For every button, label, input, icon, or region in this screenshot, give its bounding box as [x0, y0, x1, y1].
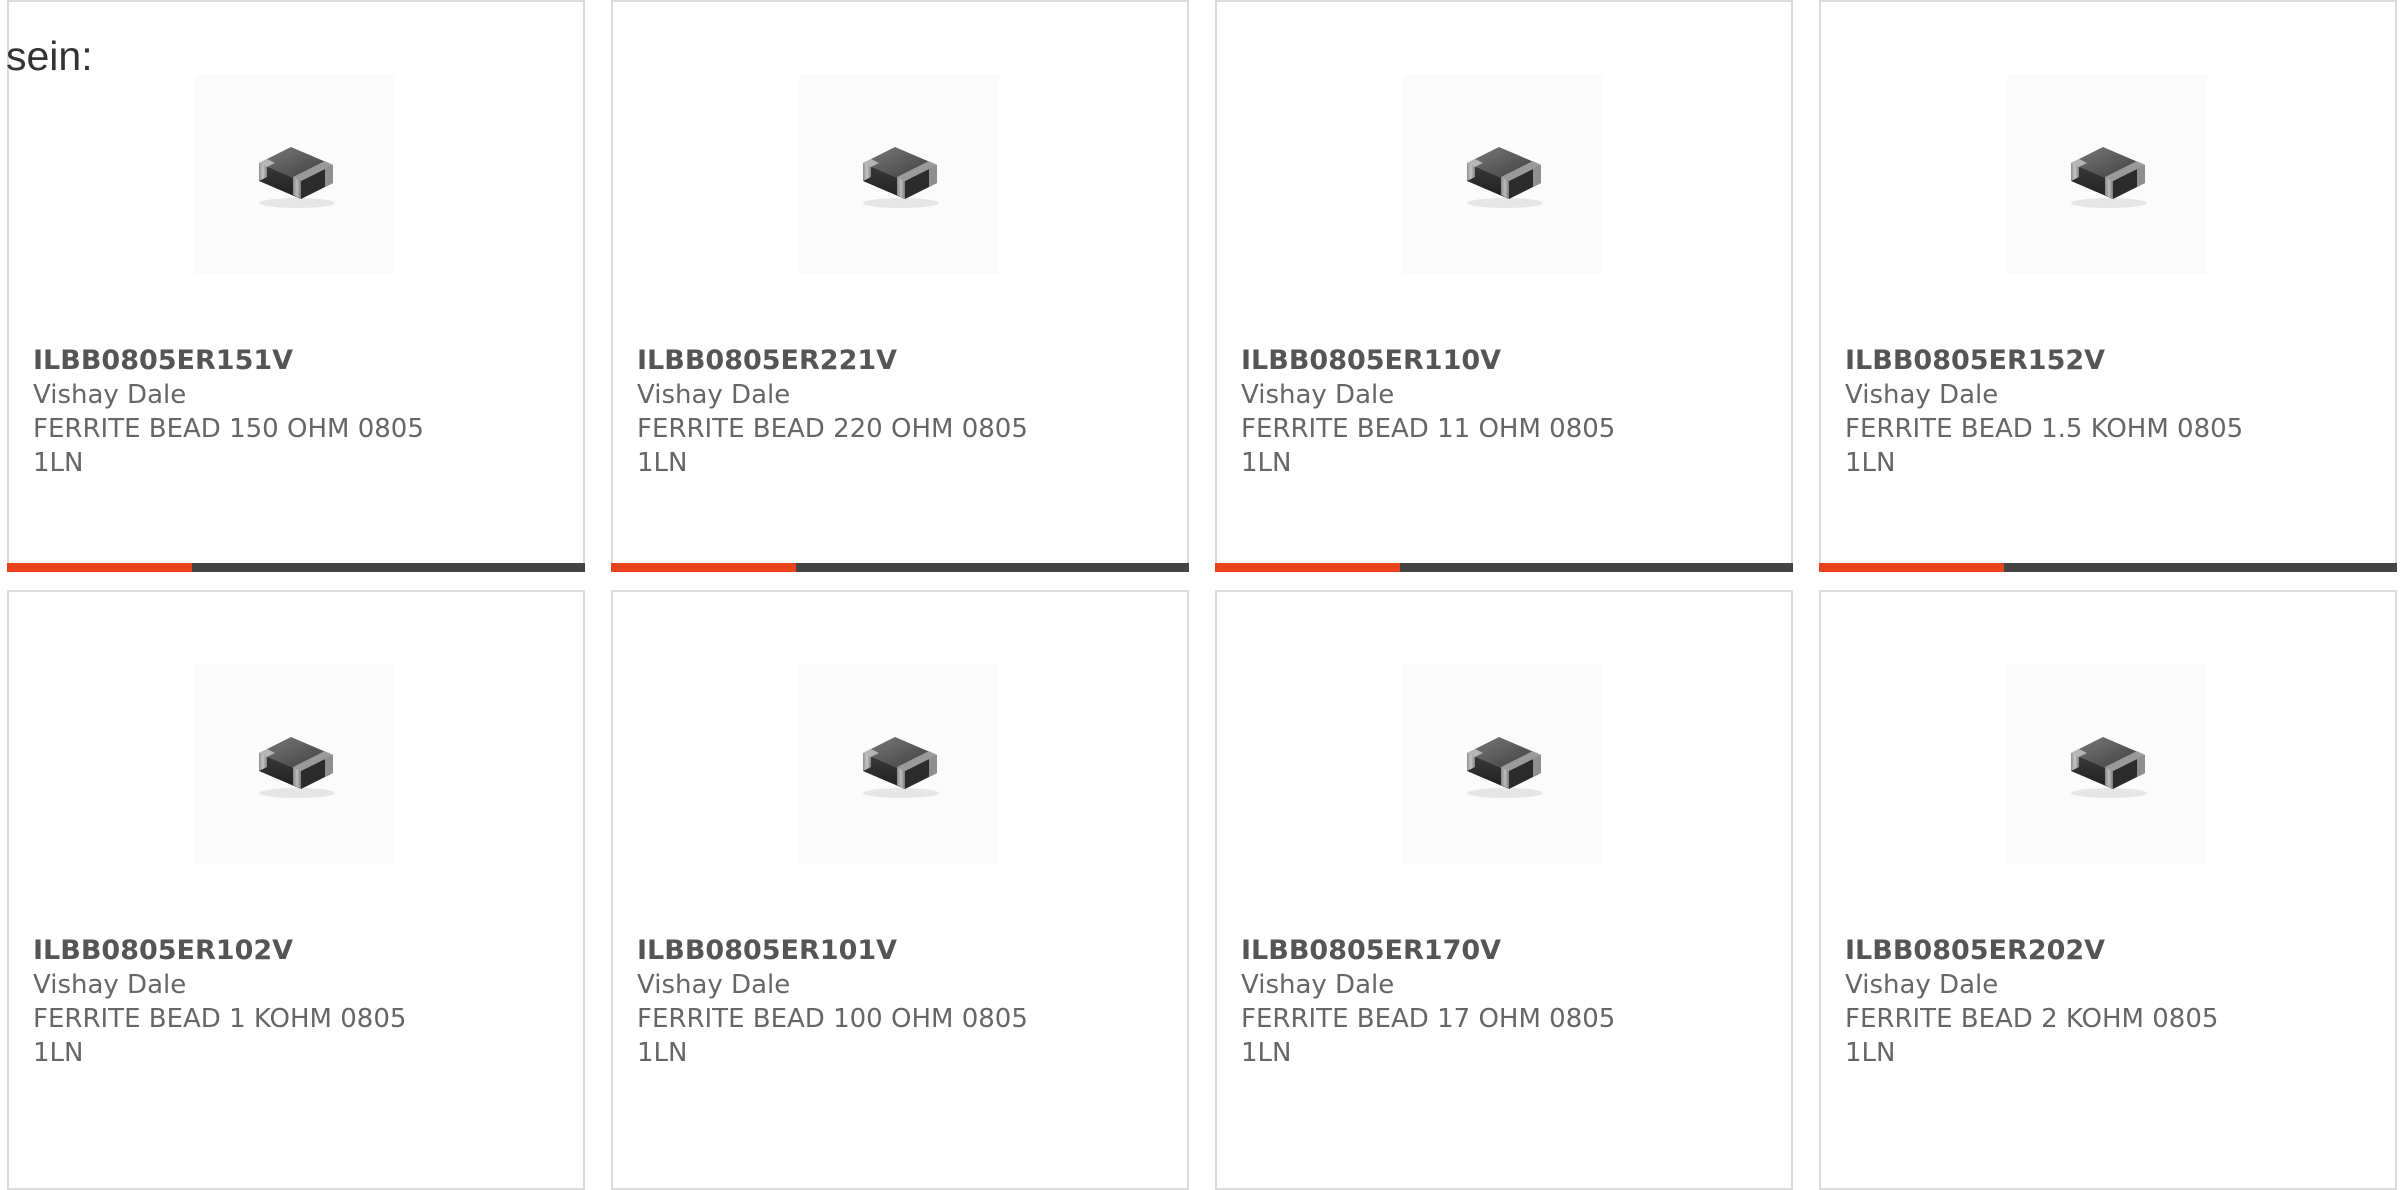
manufacturer: Vishay Dale: [33, 380, 187, 410]
product-description: FERRITE BEAD 11 OHM 0805 1LN: [1241, 414, 1616, 478]
part-number[interactable]: ILBB0805ER101V: [637, 934, 897, 968]
product-card[interactable]: ILBB0805ER202V Vishay Dale FERRITE BEAD …: [1819, 590, 2397, 1190]
part-number[interactable]: ILBB0805ER170V: [1241, 934, 1501, 968]
card-progress-bar: [1819, 563, 2397, 572]
card-progress-fill: [7, 563, 192, 572]
product-card[interactable]: ILBB0805ER110V Vishay Dale FERRITE BEAD …: [1215, 0, 1793, 572]
product-card[interactable]: ILBB0805ER170V Vishay Dale FERRITE BEAD …: [1215, 590, 1793, 1190]
product-description: FERRITE BEAD 17 OHM 0805 1LN: [1241, 1004, 1616, 1068]
product-card[interactable]: ILBB0805ER151V Vishay Dale FERRITE BEAD …: [7, 0, 585, 572]
product-description: FERRITE BEAD 2 KOHM 0805 1LN: [1845, 1004, 2219, 1068]
card-progress-bar: [7, 563, 585, 572]
part-number[interactable]: ILBB0805ER110V: [1241, 344, 1501, 378]
card-progress-bar: [1215, 563, 1793, 572]
card-progress-fill: [1215, 563, 1400, 572]
manufacturer: Vishay Dale: [1241, 380, 1395, 410]
product-card[interactable]: ILBB0805ER152V Vishay Dale FERRITE BEAD …: [1819, 0, 2397, 572]
product-description: FERRITE BEAD 1 KOHM 0805 1LN: [33, 1004, 407, 1068]
manufacturer: Vishay Dale: [1845, 970, 1999, 1000]
part-number[interactable]: ILBB0805ER202V: [1845, 934, 2105, 968]
ferrite-bead-chip-icon[interactable]: [799, 664, 999, 864]
card-progress-fill: [1819, 563, 2004, 572]
part-number[interactable]: ILBB0805ER151V: [33, 344, 293, 378]
part-number[interactable]: ILBB0805ER152V: [1845, 344, 2105, 378]
card-progress-fill: [611, 563, 796, 572]
product-description: FERRITE BEAD 100 OHM 0805 1LN: [637, 1004, 1028, 1068]
part-number[interactable]: ILBB0805ER102V: [33, 934, 293, 968]
manufacturer: Vishay Dale: [637, 970, 791, 1000]
ferrite-bead-chip-icon[interactable]: [1403, 664, 1603, 864]
ferrite-bead-chip-icon[interactable]: [799, 74, 999, 274]
manufacturer: Vishay Dale: [1241, 970, 1395, 1000]
manufacturer: Vishay Dale: [33, 970, 187, 1000]
ferrite-bead-chip-icon[interactable]: [1403, 74, 1603, 274]
ferrite-bead-chip-icon[interactable]: [195, 664, 395, 864]
manufacturer: Vishay Dale: [637, 380, 791, 410]
ferrite-bead-chip-icon[interactable]: [2007, 74, 2207, 274]
product-description: FERRITE BEAD 1.5 KOHM 0805 1LN: [1845, 414, 2244, 478]
ferrite-bead-chip-icon[interactable]: [195, 74, 395, 274]
ferrite-bead-chip-icon[interactable]: [2007, 664, 2207, 864]
intro-text: sein:: [6, 33, 93, 79]
product-card[interactable]: ILBB0805ER221V Vishay Dale FERRITE BEAD …: [611, 0, 1189, 572]
product-card[interactable]: ILBB0805ER102V Vishay Dale FERRITE BEAD …: [7, 590, 585, 1190]
product-card[interactable]: ILBB0805ER101V Vishay Dale FERRITE BEAD …: [611, 590, 1189, 1190]
manufacturer: Vishay Dale: [1845, 380, 1999, 410]
part-number[interactable]: ILBB0805ER221V: [637, 344, 897, 378]
product-description: FERRITE BEAD 150 OHM 0805 1LN: [33, 414, 424, 478]
card-progress-bar: [611, 563, 1189, 572]
product-description: FERRITE BEAD 220 OHM 0805 1LN: [637, 414, 1028, 478]
